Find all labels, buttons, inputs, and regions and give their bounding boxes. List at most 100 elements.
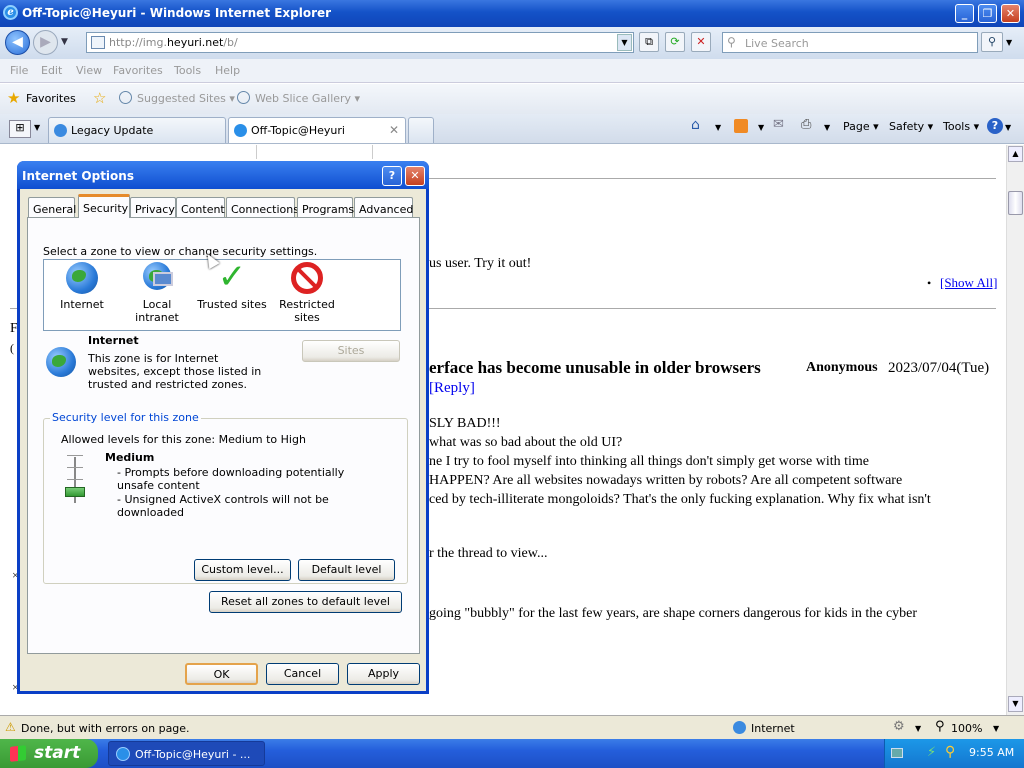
dialog-titlebar[interactable]: Internet Options ? ✕ (17, 161, 429, 189)
scrollbar-thumb[interactable] (1008, 191, 1023, 215)
menu-view[interactable]: View (76, 64, 102, 77)
address-dropdown-icon[interactable]: ▼ (617, 34, 632, 51)
help-dropdown-icon[interactable]: ▼ (1005, 123, 1011, 132)
show-all-link[interactable]: [Show All] (940, 275, 997, 291)
internet-options-dialog: Internet Options ? ✕ General Security Pr… (17, 161, 429, 694)
web-slice-gallery-link[interactable]: Web Slice Gallery ▾ (255, 92, 360, 105)
protected-mode-dropdown-icon[interactable]: ▼ (915, 724, 921, 733)
home-dropdown-icon[interactable]: ▼ (715, 123, 721, 132)
search-input[interactable]: ⚲ Live Search (722, 32, 978, 53)
tab-general[interactable]: General (28, 197, 76, 217)
tab-security[interactable]: Security (78, 194, 130, 218)
zone-label: Trusted sites (197, 298, 267, 311)
feeds-dropdown-icon[interactable]: ▼ (758, 123, 764, 132)
favorites-star-icon: ★ (7, 89, 21, 107)
zone-instruction: Select a zone to view or change security… (43, 245, 318, 258)
print-dropdown-icon[interactable]: ▼ (824, 123, 830, 132)
print-icon[interactable]: ⎙ (801, 117, 811, 132)
post-line: SLY BAD!!! (429, 416, 501, 431)
safety-menu[interactable]: Safety ▾ (889, 120, 933, 133)
reset-all-zones-button[interactable]: Reset all zones to default level (209, 591, 402, 613)
add-favorite-icon[interactable]: ☆ (93, 89, 106, 107)
status-bar: ⚠ Done, but with errors on page. Interne… (0, 715, 1024, 739)
scroll-up-button[interactable]: ▲ (1008, 146, 1023, 162)
tools-menu[interactable]: Tools ▾ (943, 120, 979, 133)
forward-button[interactable]: ▶ (33, 30, 58, 55)
feeds-icon[interactable] (734, 119, 748, 133)
sites-button[interactable]: Sites (302, 340, 400, 362)
menu-favorites[interactable]: Favorites (113, 64, 163, 77)
tab-legacy-update[interactable]: Legacy Update (48, 117, 226, 143)
zone-internet[interactable]: Internet (47, 262, 117, 311)
tab-list-dropdown-icon[interactable]: ▼ (34, 123, 40, 132)
page-menu[interactable]: Page ▾ (843, 120, 879, 133)
address-field[interactable]: http://img.heyuri.net/b/ ▼ (86, 32, 634, 53)
warning-icon[interactable]: ⚠ (5, 720, 16, 734)
tab-content[interactable]: Content (176, 197, 225, 217)
vertical-scrollbar[interactable]: ▲ ▼ (1006, 145, 1024, 715)
window-titlebar[interactable]: e Off-Topic@Heyuri - Windows Internet Ex… (0, 0, 1024, 27)
address-toolbar: ◀ ▶ ▼ http://img.heyuri.net/b/ ▼ ⧉ ⟳ ✕ ⚲… (0, 27, 1024, 59)
post-author: Anonymous (806, 360, 878, 375)
zoom-dropdown-icon[interactable]: ▼ (993, 724, 999, 733)
search-tray-icon[interactable]: ⚲ (945, 744, 955, 760)
announcement-text: us user. Try it out! (429, 256, 532, 271)
zone-label: Local intranet (135, 298, 179, 324)
help-icon[interactable]: ? (987, 118, 1003, 134)
zone-local-intranet[interactable]: Local intranet (122, 262, 192, 324)
legacy-update-favicon (54, 124, 67, 137)
keyboard-icon[interactable] (891, 748, 903, 758)
selected-zone-globe-icon (46, 347, 76, 377)
zoom-icon[interactable]: ⚲ (935, 719, 945, 734)
suggested-sites-link[interactable]: Suggested Sites ▾ (137, 92, 235, 105)
start-button[interactable]: start (0, 739, 98, 768)
custom-level-button[interactable]: Custom level... (194, 559, 291, 581)
tab-connections[interactable]: Connections (226, 197, 299, 217)
search-button[interactable]: ⚲ (981, 32, 1003, 52)
favorites-button[interactable]: Favorites (26, 92, 76, 105)
tab-privacy[interactable]: Privacy (130, 197, 176, 217)
menu-tools[interactable]: Tools (174, 64, 201, 77)
refresh-icon[interactable]: ⟳ (665, 32, 685, 52)
zone-trusted-sites[interactable]: ✓ Trusted sites (197, 260, 267, 311)
zone-restricted-sites[interactable]: Restricted sites (272, 262, 342, 324)
slider-tick (67, 479, 83, 480)
maximize-button[interactable]: ❐ (978, 4, 997, 23)
tab-off-topic[interactable]: Off-Topic@Heyuri ✕ (228, 117, 406, 143)
back-button[interactable]: ◀ (5, 30, 30, 55)
minimize-button[interactable]: _ (955, 4, 974, 23)
ok-button[interactable]: OK (185, 663, 258, 685)
security-level-legend: Security level for this zone (50, 411, 201, 424)
stop-icon[interactable]: ✕ (691, 32, 711, 52)
zoom-level[interactable]: 100% (951, 722, 982, 735)
recent-pages-dropdown-icon[interactable]: ▼ (61, 37, 68, 47)
zone-text[interactable]: Internet (751, 722, 795, 735)
scroll-down-button[interactable]: ▼ (1008, 696, 1023, 712)
home-icon[interactable]: ⌂ (691, 117, 700, 133)
default-level-button[interactable]: Default level (298, 559, 395, 581)
compatibility-view-icon[interactable]: ⧉ (639, 32, 659, 52)
menu-file[interactable]: File (10, 64, 28, 77)
taskbar-item-ie[interactable]: Off-Topic@Heyuri - ... (108, 741, 265, 766)
menu-edit[interactable]: Edit (41, 64, 62, 77)
network-icon[interactable]: ⚡ (927, 745, 936, 760)
search-options-icon[interactable]: ▼ (1006, 38, 1012, 47)
new-tab-button[interactable] (408, 117, 434, 143)
tab-programs[interactable]: Programs (297, 197, 354, 217)
reply-link[interactable]: [Reply] (429, 380, 475, 397)
dialog-help-button[interactable]: ? (382, 166, 402, 186)
apply-button[interactable]: Apply (347, 663, 420, 685)
tab-advanced[interactable]: Advanced (354, 197, 413, 217)
read-mail-icon[interactable]: ✉ (773, 117, 784, 132)
close-button[interactable]: ✕ (1001, 4, 1020, 23)
post-line: what was so bad about the old UI? (429, 435, 623, 450)
close-tab-icon[interactable]: ✕ (389, 123, 399, 137)
security-slider-thumb[interactable] (65, 487, 85, 497)
search-magnifier-icon: ⚲ (727, 35, 736, 49)
cancel-button[interactable]: Cancel (266, 663, 339, 685)
protected-mode-icon[interactable]: ⚙ (893, 719, 905, 734)
clock[interactable]: 9:55 AM (969, 746, 1014, 759)
menu-help[interactable]: Help (215, 64, 240, 77)
dialog-close-button[interactable]: ✕ (405, 166, 425, 186)
quick-tabs-icon[interactable]: ⊞ (9, 120, 31, 138)
